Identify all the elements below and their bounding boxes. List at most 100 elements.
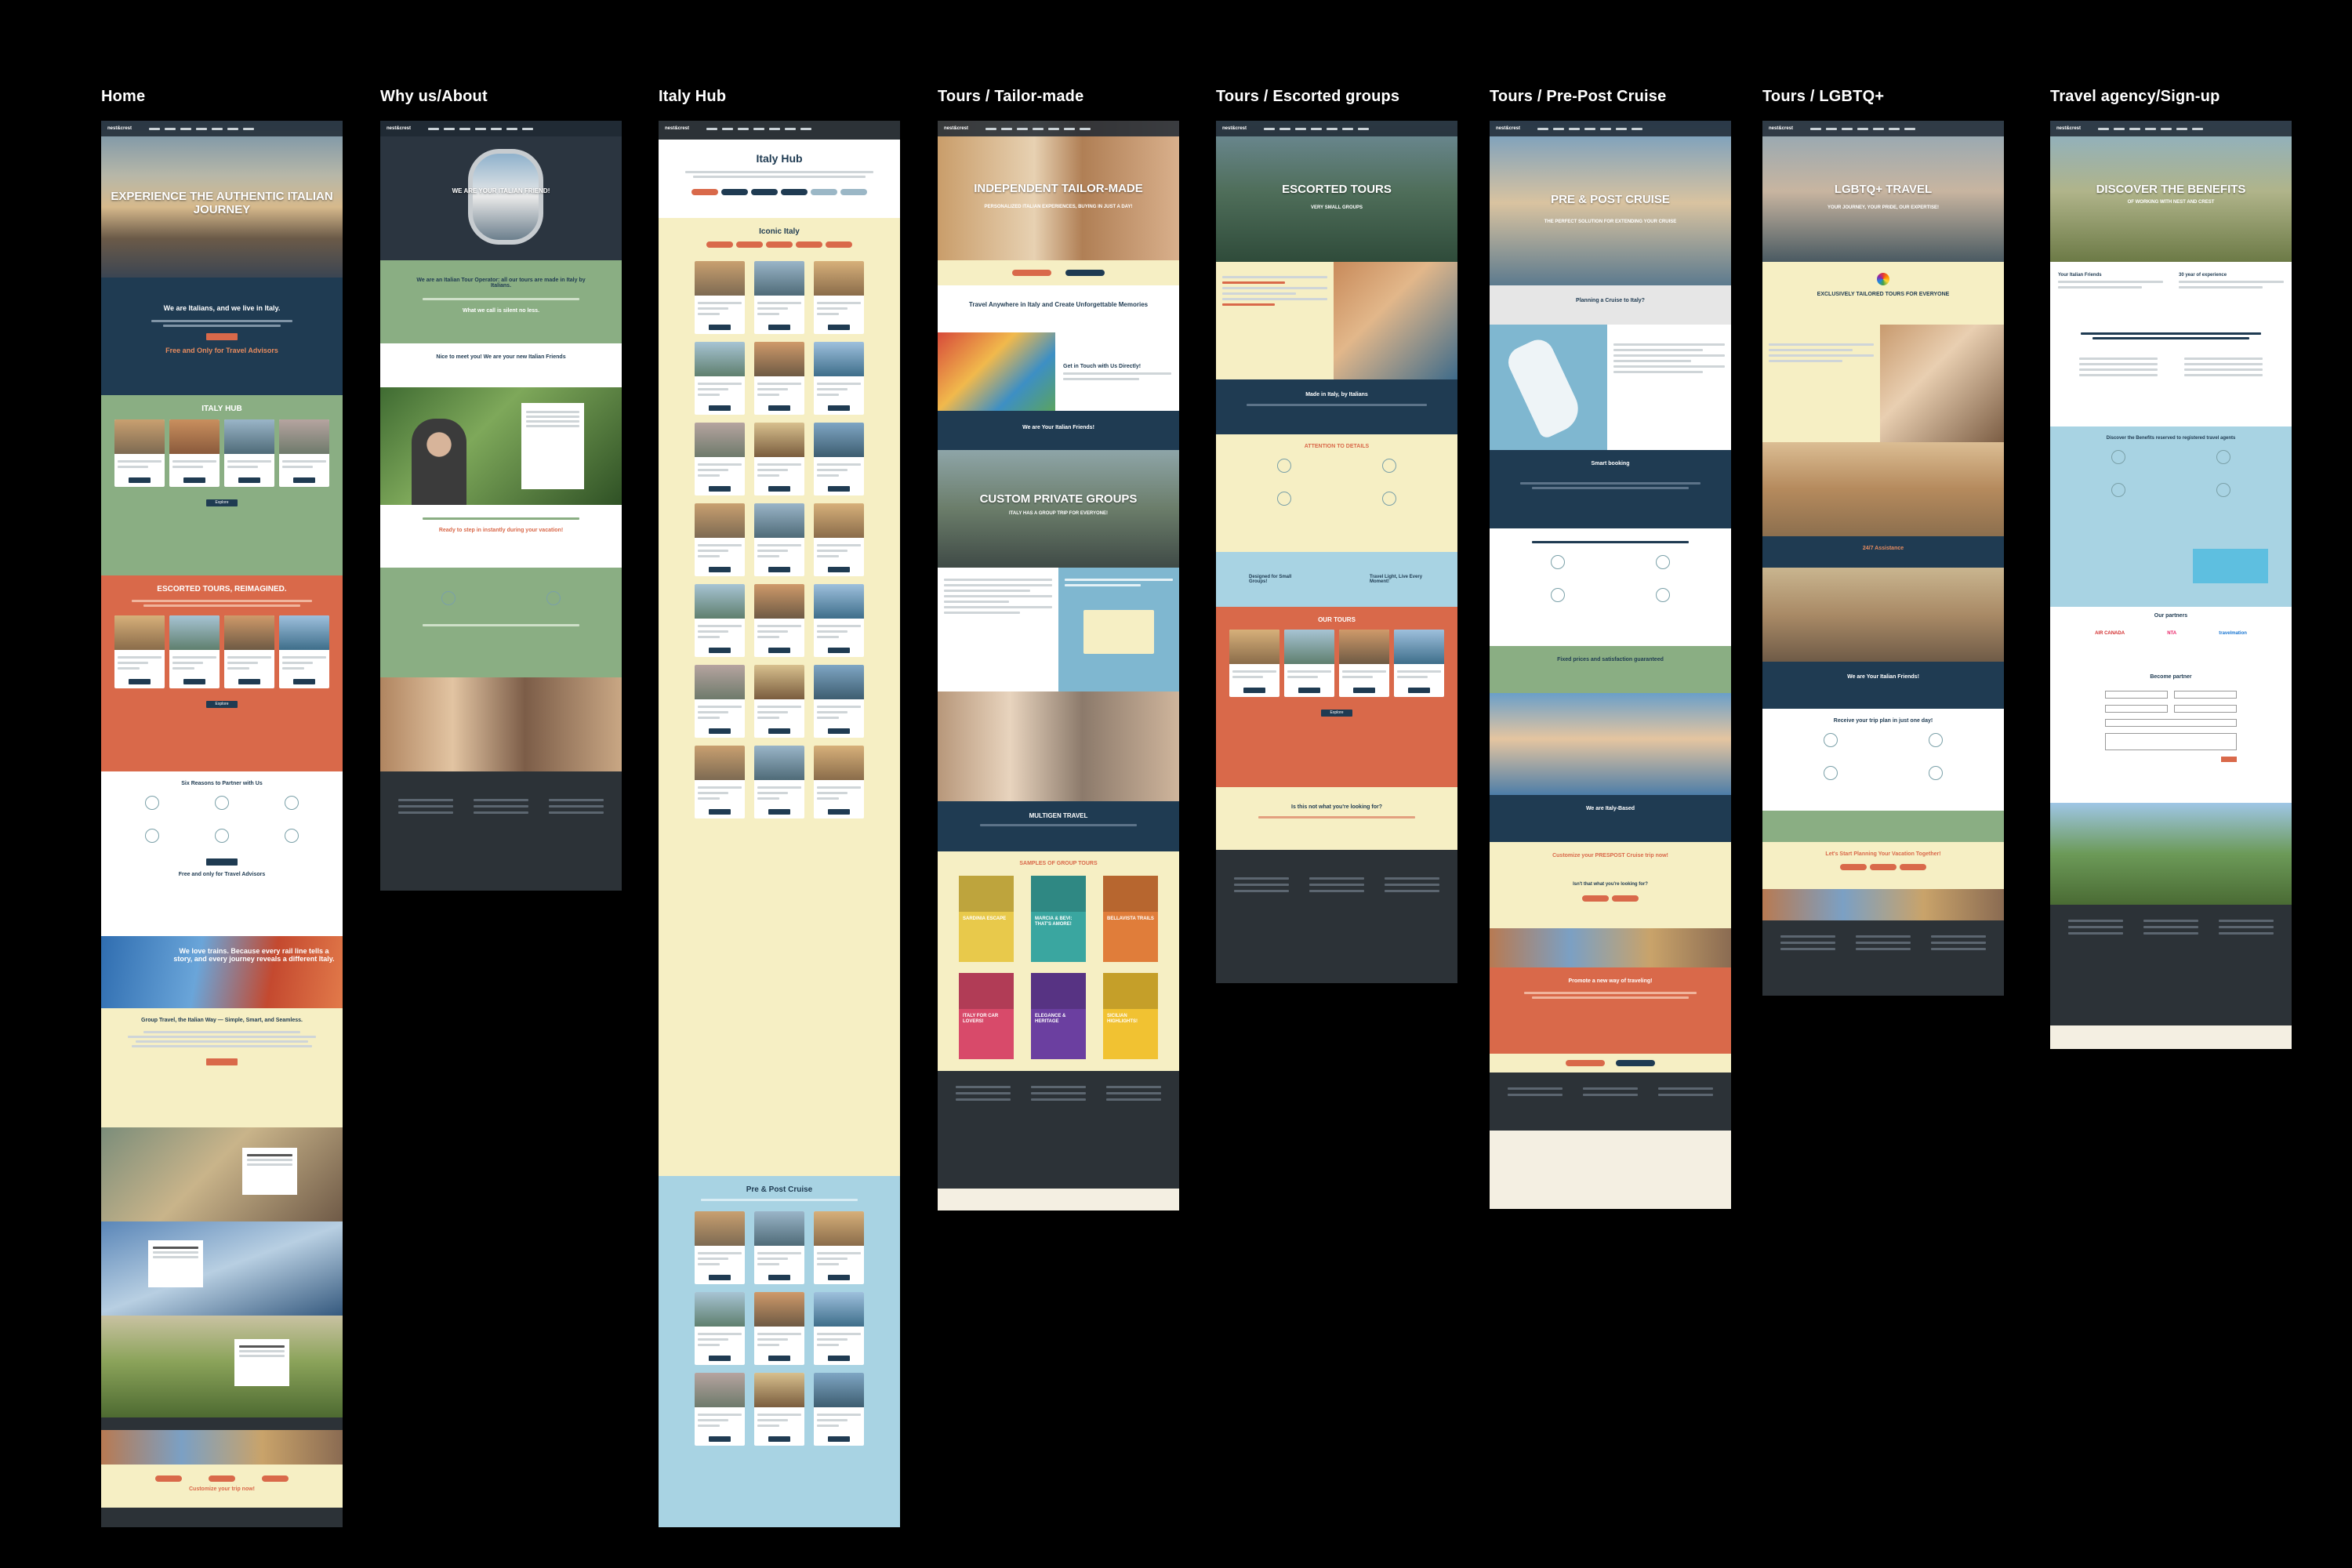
feature-icon (441, 591, 456, 605)
escorted-explore[interactable]: Explore (1321, 710, 1352, 717)
tour-card[interactable] (754, 746, 804, 818)
lgbtq-page-mockup[interactable]: nest&crest LGBTQ+ TRAVEL YOUR JOURNEY, Y… (1762, 121, 2004, 996)
cruise-promote: Promote a new way of traveling! (1490, 967, 1731, 1054)
cruise-smart: Smart booking (1490, 450, 1731, 528)
tour-card[interactable] (114, 615, 165, 688)
air-canada-logo: AIR CANADA (2095, 631, 2125, 636)
tour-card[interactable] (814, 665, 864, 738)
form-input[interactable] (2105, 691, 2168, 699)
cruise-nav[interactable]: nest&crest (1490, 121, 1731, 136)
tour-card[interactable] (754, 584, 804, 657)
group-tour-poster[interactable]: SICILIAN HIGHLIGHTS! (1103, 973, 1158, 1059)
form-input[interactable] (2174, 705, 2237, 713)
group-tour-poster[interactable]: ELEGANCE & HERITAGE (1031, 973, 1086, 1059)
home-group-button[interactable] (206, 1058, 238, 1065)
tour-card[interactable] (754, 503, 804, 576)
tailor-nav[interactable]: nest&crest (938, 121, 1179, 136)
tour-card[interactable] (754, 1292, 804, 1365)
group-tour-poster[interactable]: BELLAVISTA TRAILS (1103, 876, 1158, 962)
lgbtq-nav[interactable]: nest&crest (1762, 121, 2004, 136)
tour-card[interactable] (814, 423, 864, 495)
cruise-hero-sub: THE PERFECT SOLUTION FOR EXTENDING YOUR … (1544, 220, 1677, 224)
home-page-mockup[interactable]: nest&crest EXPERIENCE THE AUTHENTIC ITAL… (101, 121, 343, 1527)
tour-card[interactable] (695, 1211, 745, 1284)
tour-card[interactable] (814, 584, 864, 657)
tour-card[interactable] (114, 419, 165, 487)
tour-card[interactable] (754, 1373, 804, 1446)
escorted-page-mockup[interactable]: nest&crest ESCORTED TOURS VERY SMALL GRO… (1216, 121, 1457, 983)
tour-card[interactable] (754, 1211, 804, 1284)
tour-card[interactable] (814, 261, 864, 334)
tailor-private-sub: ITALY HAS A GROUP TRIP FOR EVERYONE! (1008, 511, 1109, 516)
agency-page-mockup[interactable]: nest&crest DISCOVER THE BENEFITS OF WORK… (2050, 121, 2292, 1049)
home-hero: nest&crest EXPERIENCE THE AUTHENTIC ITAL… (101, 121, 343, 278)
tour-card[interactable] (169, 419, 220, 487)
hub-page-mockup[interactable]: nest&crest Italy Hub Iconic Italy Pre & … (659, 121, 900, 1527)
tour-card[interactable] (695, 746, 745, 818)
home-hub-explore[interactable]: Explore (206, 499, 238, 506)
tour-card[interactable] (695, 584, 745, 657)
tour-card[interactable] (695, 342, 745, 415)
home-escorted-section: ESCORTED TOURS, REIMAGINED. Explore (101, 575, 343, 771)
home-partner-button[interactable] (206, 858, 238, 866)
tour-card[interactable] (695, 423, 745, 495)
tour-card[interactable] (279, 615, 329, 688)
form-input[interactable] (2174, 691, 2237, 699)
form-textarea[interactable] (2105, 733, 2237, 750)
agency-cta-box[interactable] (2193, 549, 2268, 583)
tour-card[interactable] (754, 423, 804, 495)
form-submit-button[interactable] (2221, 757, 2237, 762)
group-tour-poster[interactable]: ITALY FOR CAR LOVERS! (959, 973, 1014, 1059)
tailor-page-mockup[interactable]: nest&crest INDEPENDENT TAILOR-MADE PERSO… (938, 121, 1179, 1210)
tour-card[interactable] (1284, 630, 1334, 697)
tour-card[interactable] (754, 261, 804, 334)
tour-card[interactable] (814, 1292, 864, 1365)
agency-nav[interactable]: nest&crest (2050, 121, 2292, 136)
tour-card[interactable] (1229, 630, 1279, 697)
about-hero: nest&crest WE ARE YOUR ITALIAN FRIEND! (380, 121, 622, 260)
home-photo-cruise (101, 1221, 343, 1316)
tour-card[interactable] (695, 1292, 745, 1365)
home-escorted-explore[interactable]: Explore (206, 701, 238, 708)
form-input[interactable] (2105, 705, 2168, 713)
about-subnav[interactable] (380, 771, 622, 784)
home-intro-button[interactable] (206, 333, 238, 340)
tour-card[interactable] (279, 419, 329, 487)
tour-card[interactable] (814, 746, 864, 818)
lgbtq-hero-title: LGBTQ+ TRAVEL (1834, 183, 1933, 197)
hub-nav[interactable]: nest&crest (659, 121, 900, 140)
group-tour-poster[interactable]: SARDINIA ESCAPE (959, 876, 1014, 962)
tour-card[interactable] (1339, 630, 1389, 697)
tour-card[interactable] (814, 1373, 864, 1446)
tour-card[interactable] (754, 665, 804, 738)
escorted-subnav[interactable] (1216, 850, 1457, 862)
agency-partners-title: Our partners (2154, 613, 2188, 619)
form-input[interactable] (2105, 719, 2237, 727)
about-nav[interactable]: nest&crest (380, 121, 622, 136)
tour-card[interactable] (695, 503, 745, 576)
group-tour-poster[interactable]: MARCIA & BEVI: THAT'S AMORE! (1031, 876, 1086, 962)
tour-card[interactable] (814, 342, 864, 415)
tour-card[interactable] (814, 1211, 864, 1284)
tour-card[interactable] (224, 615, 274, 688)
portrait-quote-card (521, 403, 584, 489)
tour-card[interactable] (695, 1373, 745, 1446)
tour-card[interactable] (224, 419, 274, 487)
lgbtq-footer (1762, 920, 2004, 996)
tour-card[interactable] (1394, 630, 1444, 697)
escorted-travel-light: Travel Light, Live Every Moment! (1370, 575, 1423, 584)
cruise-coast-photo (1490, 693, 1731, 795)
tour-card[interactable] (695, 261, 745, 334)
cruise-steps (1490, 528, 1731, 646)
cruise-page-mockup[interactable]: nest&crest PRE & POST CRUISE THE PERFECT… (1490, 121, 1731, 1209)
escorted-nav[interactable]: nest&crest (1216, 121, 1457, 136)
home-nav[interactable]: nest&crest (101, 121, 343, 136)
board-title-italy-hub: Italy Hub (659, 88, 727, 105)
tour-card[interactable] (814, 503, 864, 576)
step-icon (1656, 588, 1670, 602)
tour-card[interactable] (169, 615, 220, 688)
home-subnav[interactable] (101, 1417, 343, 1430)
tour-card[interactable] (695, 665, 745, 738)
about-page-mockup[interactable]: nest&crest WE ARE YOUR ITALIAN FRIEND! W… (380, 121, 622, 891)
tour-card[interactable] (754, 342, 804, 415)
